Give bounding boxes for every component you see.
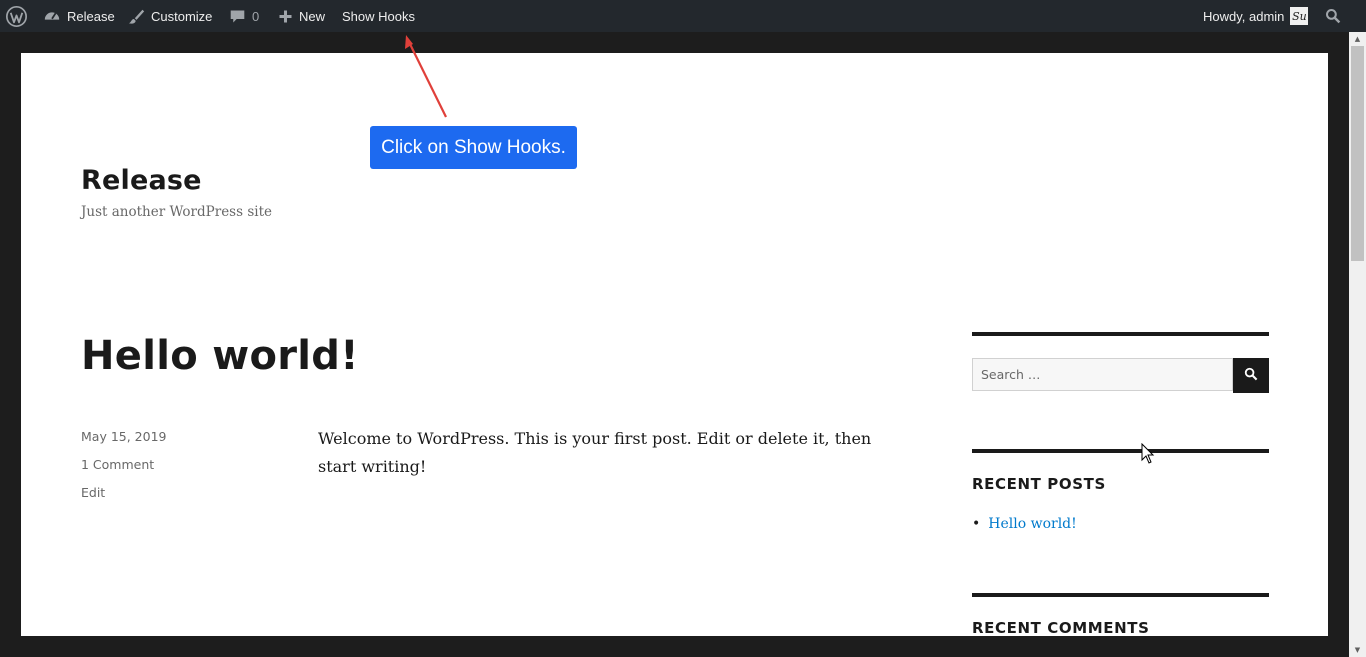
site-description: Just another WordPress site (81, 204, 272, 220)
search-icon (1325, 8, 1341, 24)
dashboard-icon (43, 7, 61, 25)
search-icon (1244, 366, 1258, 385)
tooltip-text: Click on Show Hooks. (381, 136, 566, 158)
bullet: • (972, 516, 981, 532)
recent-posts-title: Recent Posts (972, 475, 1106, 493)
adminbar-search[interactable] (1325, 0, 1347, 32)
mouse-cursor-icon (1141, 443, 1155, 464)
show-hooks-label: Show Hooks (342, 8, 415, 24)
post-edit-link[interactable]: Edit (81, 485, 105, 500)
recent-post-link[interactable]: Hello world! (988, 516, 1077, 532)
search-input[interactable]: Search … (972, 358, 1233, 391)
admin-bar: Release Customize 0 New Show Hooks Howdy… (0, 0, 1366, 32)
search-button[interactable] (1233, 358, 1269, 393)
howdy-label: Howdy, admin (1203, 8, 1285, 24)
recent-post-item[interactable]: • Hello world! (972, 516, 1077, 532)
comment-bubble-icon (229, 8, 246, 25)
scroll-down-arrow-icon[interactable]: ▼ (1349, 643, 1366, 657)
widget-divider (972, 332, 1269, 336)
customize-label: Customize (151, 8, 213, 24)
comments-link[interactable]: 0 (229, 0, 259, 32)
brush-icon (128, 8, 145, 25)
site-name-menu[interactable]: Release (43, 0, 115, 32)
post-comments-link[interactable]: 1 Comment (81, 457, 154, 472)
wordpress-icon (6, 5, 27, 27)
widget-divider (972, 593, 1269, 597)
recent-comments-title: Recent Comments (972, 619, 1150, 636)
search-placeholder: Search … (981, 367, 1041, 382)
post-title[interactable]: Hello world! (81, 333, 359, 379)
comments-count: 0 (252, 8, 260, 24)
my-account-menu[interactable]: Howdy, admin Su (1203, 0, 1309, 32)
post-date[interactable]: May 15, 2019 (81, 429, 166, 444)
instruction-tooltip: Click on Show Hooks. (370, 126, 577, 169)
site-name-label: Release (67, 8, 115, 24)
avatar: Su (1290, 7, 1309, 25)
widget-divider (972, 449, 1269, 453)
page-scrollbar[interactable]: ▲ ▼ (1349, 32, 1366, 657)
avatar-text: Su (1292, 9, 1307, 23)
scroll-thumb[interactable] (1351, 46, 1364, 261)
site-title[interactable]: Release (81, 165, 202, 196)
pointer-arrow (405, 35, 447, 118)
post-content: Welcome to WordPress. This is your first… (318, 429, 872, 476)
customize-link[interactable]: Customize (128, 0, 212, 32)
new-content-menu[interactable]: New (278, 0, 325, 32)
plus-icon (278, 9, 293, 24)
show-hooks-link[interactable]: Show Hooks (342, 0, 415, 32)
wordpress-logo-menu[interactable] (6, 0, 33, 32)
new-label: New (299, 8, 326, 24)
scroll-up-arrow-icon[interactable]: ▲ (1349, 32, 1366, 46)
site-page: Release Just another WordPress site Hell… (21, 53, 1328, 636)
